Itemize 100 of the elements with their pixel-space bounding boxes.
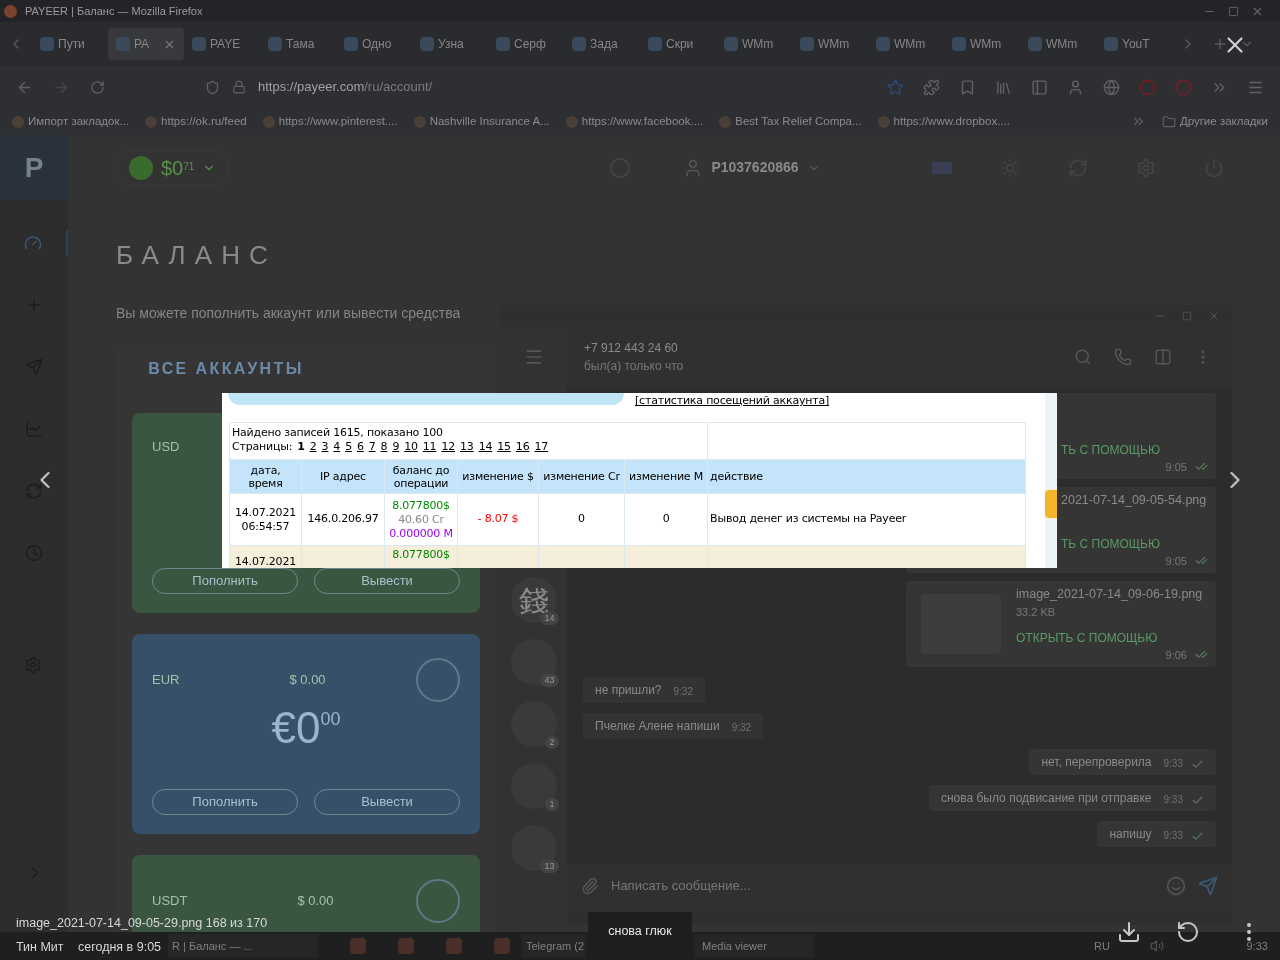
- browser-tab[interactable]: WMm: [792, 28, 868, 60]
- url-field[interactable]: https://payeer.com/ru/account/: [258, 77, 433, 97]
- page-link[interactable]: 7: [368, 440, 376, 454]
- sidebar-icon[interactable]: [1154, 348, 1172, 366]
- page-link[interactable]: 8: [380, 440, 388, 454]
- incognito-icon[interactable]: [1067, 78, 1084, 96]
- browser-tab[interactable]: Зада: [564, 28, 640, 60]
- browser-tab[interactable]: WMm: [944, 28, 1020, 60]
- browser-tab[interactable]: Одно: [336, 28, 412, 60]
- accounts-tab[interactable]: ВСЕ АККАУНТЫ: [116, 346, 336, 392]
- message-time: 9:33: [1163, 757, 1183, 771]
- taskbar-item[interactable]: Media viewer: [694, 934, 814, 958]
- open-with-link[interactable]: ТЬ С ПОМОЩЬЮ: [1061, 534, 1161, 553]
- records-summary: Найдено записей 1615, показано 100: [232, 426, 444, 440]
- page-link[interactable]: 11: [422, 440, 437, 454]
- tab-favicon-icon: [724, 37, 738, 51]
- sender-name: Тин Мит: [16, 939, 64, 956]
- browser-tab[interactable]: Узна: [412, 28, 488, 60]
- browser-tab[interactable]: PAYE: [184, 28, 260, 60]
- bookmark[interactable]: https://www.pinterest....: [262, 112, 398, 131]
- page-link[interactable]: 3: [321, 440, 329, 454]
- lock-icon[interactable]: [232, 80, 246, 94]
- page-link[interactable]: 10: [404, 440, 418, 454]
- bookmark[interactable]: https://ok.ru/feed: [145, 112, 247, 131]
- page-link[interactable]: 5: [345, 440, 352, 454]
- chat-avatar[interactable]: 13: [510, 825, 557, 871]
- browser-tab[interactable]: YouT: [1096, 28, 1172, 60]
- library-icon[interactable]: [995, 78, 1012, 96]
- scroll-handle-icon: [1045, 490, 1057, 518]
- send-icon[interactable]: [1198, 876, 1218, 896]
- page-link[interactable]: 12: [441, 440, 456, 454]
- emoji-icon[interactable]: [1166, 876, 1186, 896]
- column-header: изменение Cr: [538, 459, 625, 494]
- page-link[interactable]: 17: [534, 440, 549, 454]
- browser-tab[interactable]: Скри: [640, 28, 716, 60]
- opera-icon[interactable]: [1139, 78, 1156, 96]
- message-input[interactable]: Написать сообщение...: [611, 876, 1154, 896]
- globe-icon[interactable]: [1103, 78, 1120, 96]
- taskbar-app-icon[interactable]: [350, 938, 366, 954]
- pocket-icon[interactable]: [959, 78, 976, 96]
- bookmark[interactable]: Best Tax Relief Compa...: [719, 112, 862, 131]
- puzzle-icon[interactable]: [923, 78, 940, 96]
- page-link[interactable]: 2: [309, 440, 317, 454]
- sidebar-icon[interactable]: [1031, 78, 1048, 96]
- taskbar-app-icon[interactable]: [494, 938, 510, 954]
- chat-avatar[interactable]: 43: [510, 639, 557, 685]
- attach-icon[interactable]: [581, 877, 599, 895]
- keyboard-language[interactable]: RU: [1094, 937, 1110, 955]
- rotate-icon[interactable]: [1176, 920, 1200, 944]
- open-with-link[interactable]: ТЬ С ПОМОЩЬЮ: [1061, 440, 1161, 459]
- browser-tab[interactable]: Пути: [32, 28, 108, 60]
- pinterest-icon[interactable]: [1175, 78, 1192, 96]
- page-link[interactable]: 6: [356, 440, 364, 454]
- bookmark[interactable]: https://www.dropbox....: [877, 112, 1010, 131]
- other-bookmarks[interactable]: Другие закладки: [1161, 112, 1268, 131]
- chat-avatar[interactable]: 1: [510, 763, 557, 809]
- account-selector[interactable]: P1037620866: [683, 157, 821, 178]
- currency-label: USDT: [152, 892, 188, 911]
- table-cell: 0: [624, 493, 708, 546]
- page-link[interactable]: 15: [497, 440, 511, 454]
- browser-tab[interactable]: WMm: [716, 28, 792, 60]
- firefox-logo-icon: [4, 4, 17, 18]
- maximize-icon[interactable]: [1228, 5, 1239, 17]
- phone-icon[interactable]: [1114, 348, 1132, 366]
- page-link[interactable]: 13: [460, 440, 474, 454]
- shield-icon[interactable]: [205, 79, 220, 95]
- page-link[interactable]: 9: [392, 440, 400, 454]
- table-cell: 0: [538, 493, 625, 546]
- page-link[interactable]: 4: [333, 440, 341, 454]
- search-icon[interactable]: [1074, 348, 1092, 366]
- bookmark[interactable]: https://www.facebook....: [565, 112, 704, 131]
- page-link[interactable]: 14: [478, 440, 493, 454]
- page-link[interactable]: 16: [515, 440, 530, 454]
- flag-icon[interactable]: [932, 161, 952, 174]
- browser-tab[interactable]: Серф: [488, 28, 564, 60]
- bookmark[interactable]: Nashville Insurance A...: [413, 112, 550, 131]
- browser-tab[interactable]: Тама: [260, 28, 336, 60]
- taskbar-item[interactable]: R | Баланс — ...: [168, 934, 318, 958]
- column-header: баланс до операции: [384, 459, 458, 494]
- visit-stats-link[interactable]: [статистика посещений аккаунта]: [635, 393, 830, 409]
- usd-equivalent: $ 0.00: [289, 671, 326, 690]
- volume-icon[interactable]: [1149, 939, 1164, 953]
- page-link[interactable]: 1: [297, 440, 305, 454]
- chat-avatar[interactable]: 2: [510, 701, 557, 747]
- file-size: 33.2 KB: [1016, 604, 1057, 620]
- browser-tab[interactable]: PA: [108, 28, 184, 60]
- browser-tab[interactable]: WMm: [868, 28, 944, 60]
- tab-favicon-icon: [800, 37, 814, 51]
- open-with-link[interactable]: ОТКРЫТЬ С ПОМОЩЬЮ: [1016, 628, 1158, 647]
- bookmark[interactable]: Импорт закладок...: [12, 112, 130, 131]
- star-icon[interactable]: [887, 78, 904, 96]
- reload-icon[interactable]: [90, 79, 105, 95]
- taskbar-app-icon[interactable]: [398, 938, 414, 954]
- browser-tab[interactable]: WMm: [1020, 28, 1096, 60]
- taskbar-app-icon[interactable]: [446, 938, 462, 954]
- download-icon[interactable]: [1117, 920, 1141, 944]
- dashboard-icon[interactable]: [24, 234, 42, 252]
- maximize-icon[interactable]: [1182, 311, 1192, 321]
- taskbar-item[interactable]: Telegram (2: [522, 934, 586, 958]
- logo[interactable]: P: [0, 135, 68, 200]
